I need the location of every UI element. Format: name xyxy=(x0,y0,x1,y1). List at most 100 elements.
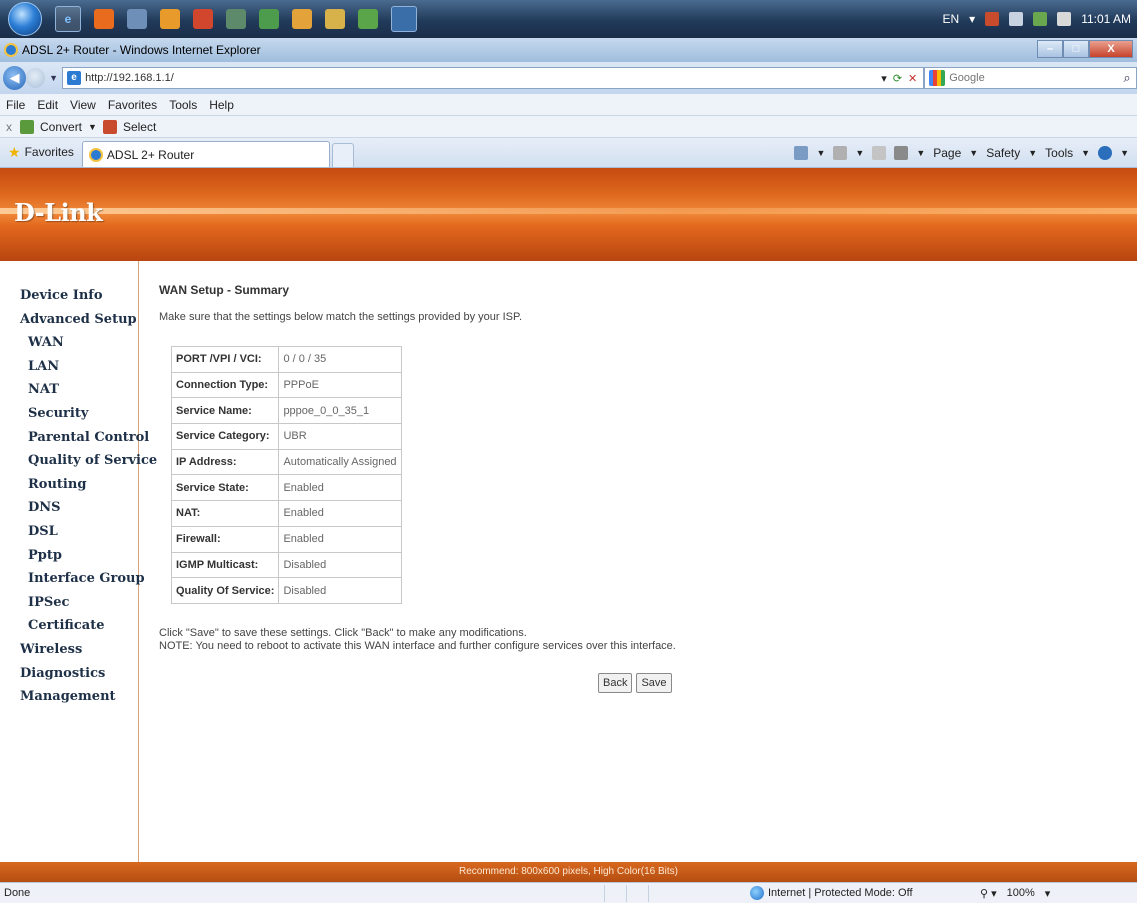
forward-nav-button[interactable] xyxy=(25,68,46,88)
summary-value: Enabled xyxy=(278,525,402,553)
security-zone[interactable]: Internet | Protected Mode: Off xyxy=(750,886,950,900)
stop-icon[interactable]: ✕ xyxy=(908,72,917,85)
summary-value: 0 / 0 / 35 xyxy=(278,346,402,373)
mail-icon[interactable] xyxy=(872,146,887,160)
url-text[interactable]: http://192.168.1.1/ xyxy=(85,72,881,84)
volume-icon[interactable] xyxy=(1057,12,1072,26)
favorites-label: Favorites xyxy=(24,145,74,159)
network-icon[interactable] xyxy=(1009,12,1024,26)
convert-icon xyxy=(20,119,34,134)
summary-value: Disabled xyxy=(278,577,402,604)
sidebar-item-routing[interactable]: Routing xyxy=(20,473,138,497)
chevron-down-icon[interactable]: ▼ xyxy=(816,148,825,158)
zoom-level[interactable]: 100% xyxy=(1007,887,1035,900)
close-button[interactable]: X xyxy=(1089,40,1133,58)
favorites-button[interactable]: ★ Favorites xyxy=(0,137,82,167)
sidebar-item-dns[interactable]: DNS xyxy=(20,496,138,520)
toolbar-close-button[interactable]: x xyxy=(6,120,12,134)
tools-menu[interactable]: Tools xyxy=(1045,146,1073,160)
page-icon: e xyxy=(67,71,82,85)
chevron-down-icon[interactable]: ▼ xyxy=(1028,148,1037,158)
table-row: NAT: Enabled xyxy=(170,500,402,527)
chevron-down-icon[interactable]: ▼ xyxy=(88,122,97,132)
sidebar-item-pptp[interactable]: Pptp xyxy=(20,544,138,568)
language-indicator[interactable]: EN xyxy=(942,12,959,26)
back-nav-button[interactable]: ◀ xyxy=(3,66,26,90)
system-tray: EN ▾ 11:01 AM xyxy=(942,0,1131,38)
sidebar-item-certificate[interactable]: Certificate xyxy=(20,614,138,638)
reboot-note: NOTE: You need to reboot to activate thi… xyxy=(159,640,676,652)
search-icon[interactable]: ⌕ xyxy=(1118,70,1136,86)
taskbar-app-icon[interactable] xyxy=(94,9,114,29)
feeds-icon[interactable] xyxy=(833,146,848,160)
taskbar-app-icon[interactable] xyxy=(325,9,345,29)
sidebar-item-interface-group[interactable]: Interface Group xyxy=(20,567,145,591)
address-field[interactable]: e http://192.168.1.1/ ▾ ⟳ ✕ xyxy=(62,67,925,89)
privacy-icon[interactable]: ⚲ ▾ xyxy=(980,887,997,900)
start-button[interactable] xyxy=(8,2,42,36)
help-icon[interactable] xyxy=(1098,146,1113,160)
status-text: Done xyxy=(4,887,31,899)
addon-toolbar: x Convert ▼ Select xyxy=(0,116,1137,138)
safety-menu[interactable]: Safety xyxy=(986,146,1020,160)
sidebar-item-wan[interactable]: WAN xyxy=(20,331,138,355)
minimize-button[interactable]: – xyxy=(1037,40,1063,58)
sidebar-item-management[interactable]: Management xyxy=(20,685,138,709)
clock[interactable]: 11:01 AM xyxy=(1081,12,1131,26)
search-input[interactable] xyxy=(949,72,1118,84)
sidebar-item-security[interactable]: Security xyxy=(20,402,138,426)
sidebar-item-parental-control[interactable]: Parental Control xyxy=(20,426,149,450)
sidebar-item-wireless[interactable]: Wireless xyxy=(20,638,138,662)
taskbar-app-icon[interactable] xyxy=(292,9,312,29)
new-tab-button[interactable] xyxy=(331,143,354,167)
menu-view[interactable]: View xyxy=(70,98,96,112)
browser-tab[interactable]: ADSL 2+ Router xyxy=(81,141,330,167)
sidebar: Device Info Advanced Setup WAN LAN NAT Securi… xyxy=(0,261,157,862)
menu-tools[interactable]: Tools xyxy=(169,98,197,112)
flag-icon[interactable] xyxy=(985,12,1000,26)
menu-help[interactable]: Help xyxy=(209,98,234,112)
search-box[interactable]: ⌕ xyxy=(924,67,1137,89)
sidebar-item-device-info[interactable]: Device Info xyxy=(20,284,138,308)
chevron-down-icon[interactable]: ▼ xyxy=(49,73,58,83)
intro-text: Make sure that the settings below match … xyxy=(159,311,522,323)
sidebar-item-dsl[interactable]: DSL xyxy=(20,520,138,544)
chevron-down-icon[interactable]: ▼ xyxy=(916,148,925,158)
page-menu[interactable]: Page xyxy=(933,146,961,160)
chevron-down-icon[interactable]: ▼ xyxy=(1120,148,1129,158)
taskbar-app-icon[interactable] xyxy=(259,9,279,29)
taskbar-app-icon[interactable] xyxy=(358,9,378,29)
sidebar-item-quality-of-service[interactable]: Quality of Service xyxy=(20,449,157,473)
sidebar-item-nat[interactable]: NAT xyxy=(20,378,138,402)
chevron-down-icon[interactable]: ▾ xyxy=(1045,887,1051,900)
summary-value: UBR xyxy=(278,423,402,450)
ie-icon xyxy=(4,43,18,57)
taskbar-app-icon[interactable] xyxy=(193,9,213,29)
sidebar-item-diagnostics[interactable]: Diagnostics xyxy=(20,662,138,686)
menu-edit[interactable]: Edit xyxy=(37,98,58,112)
chevron-down-icon[interactable]: ▼ xyxy=(969,148,978,158)
back-button[interactable]: Back xyxy=(598,673,633,693)
sidebar-item-ipsec[interactable]: IPSec xyxy=(20,591,138,615)
taskbar-app-icon[interactable] xyxy=(391,6,417,32)
home-icon[interactable] xyxy=(794,146,809,160)
chevron-down-icon[interactable]: ▾ xyxy=(969,12,975,26)
menu-file[interactable]: File xyxy=(6,98,25,112)
maximize-button[interactable]: □ xyxy=(1063,40,1089,58)
save-button[interactable]: Save xyxy=(636,673,672,693)
taskbar-app-icon[interactable] xyxy=(160,9,180,29)
sidebar-item-advanced-setup[interactable]: Advanced Setup xyxy=(20,308,138,332)
convert-button[interactable]: Convert xyxy=(40,120,82,134)
chevron-down-icon[interactable]: ▼ xyxy=(1081,148,1090,158)
refresh-icon[interactable]: ⟳ xyxy=(893,72,902,85)
chevron-down-icon[interactable]: ▾ xyxy=(881,72,887,85)
select-button[interactable]: Select xyxy=(123,120,156,134)
display-icon[interactable] xyxy=(1033,12,1048,26)
print-icon[interactable] xyxy=(894,146,909,160)
chevron-down-icon[interactable]: ▼ xyxy=(855,148,864,158)
sidebar-item-lan[interactable]: LAN xyxy=(20,355,138,379)
ie-taskbar-icon[interactable]: e xyxy=(55,6,81,32)
taskbar-app-icon[interactable] xyxy=(127,9,147,29)
taskbar-app-icon[interactable] xyxy=(226,9,246,29)
menu-favorites[interactable]: Favorites xyxy=(108,98,157,112)
